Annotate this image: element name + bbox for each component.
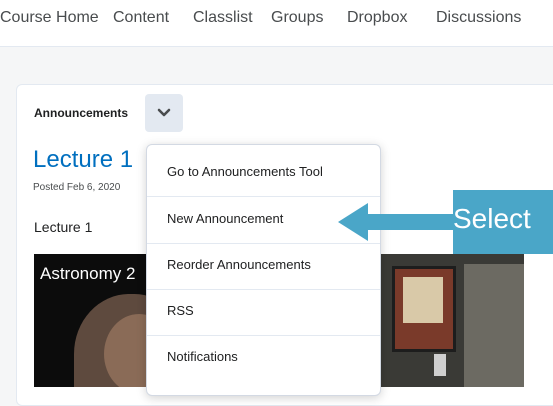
video-title: Astronomy 2 [40,264,136,283]
video-light-switch [434,354,446,376]
menu-item-label: Reorder Announcements [167,257,311,272]
nav-discussions[interactable]: Discussions [436,9,521,27]
menu-item-label: New Announcement [167,211,284,226]
arrow-left-icon [338,203,454,241]
nav-groups[interactable]: Groups [271,9,323,27]
nav-dropbox[interactable]: Dropbox [347,9,407,27]
menu-item-notifications[interactable]: Notifications [147,335,380,381]
posted-date: Posted Feb 6, 2020 [33,182,121,193]
menu-item-label: Go to Announcements Tool [167,164,323,179]
video-wall [464,264,524,387]
announcement-title-link[interactable]: Lecture 1 [33,146,133,174]
menu-item-rss[interactable]: RSS [147,289,380,336]
menu-item-reorder-announcements[interactable]: Reorder Announcements [147,243,380,290]
menu-item-go-to-announcements-tool[interactable]: Go to Announcements Tool [147,150,380,197]
callout-text: Select [453,203,531,234]
nav-course-home[interactable]: Course Home [0,9,99,27]
menu-item-label: RSS [167,303,194,318]
nav-content[interactable]: Content [113,9,169,27]
course-navbar: Course Home Content Classlist Groups Dro… [0,0,553,47]
announcements-menu-button[interactable] [145,94,183,132]
select-callout: Select [453,190,553,254]
nav-classlist[interactable]: Classlist [193,9,253,27]
video-board-paper [403,277,443,323]
announcements-dropdown-menu: Go to Announcements Tool New Announcemen… [146,144,381,396]
menu-item-label: Notifications [167,349,238,364]
widget-title: Announcements [34,106,129,120]
video-bulletin-board [392,266,456,352]
announcement-body: Lecture 1 [34,219,93,235]
chevron-down-icon [157,108,171,117]
